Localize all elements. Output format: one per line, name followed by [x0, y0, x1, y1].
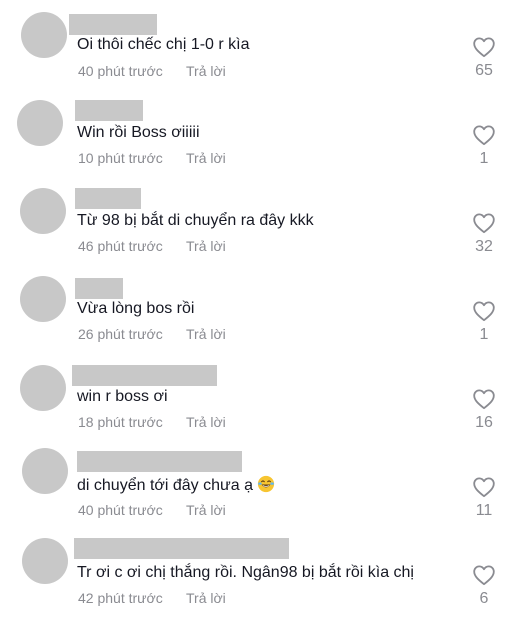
like-count: 11	[475, 502, 493, 519]
comment-meta: 40 phút trước Trả lời	[78, 62, 226, 80]
comment-text-content: di chuyển tới đây chưa ạ	[77, 477, 253, 494]
comment-time: 46 phút trước	[78, 238, 163, 254]
like-button[interactable]	[471, 564, 497, 586]
comment-text: Từ 98 bị bắt di chuyển ra đây kkk	[77, 212, 314, 229]
comment-item: Tr ơi c ơi chị thắng rồi. Ngân98 bị bắt …	[0, 528, 527, 616]
comment-time: 40 phút trước	[78, 63, 163, 79]
comment-meta: 40 phút trước Trả lời	[78, 501, 226, 519]
comment-time: 18 phút trước	[78, 414, 163, 430]
comment-text: di chuyển tới đây chưa ạ	[77, 475, 275, 496]
like-count: 65	[475, 62, 493, 79]
heart-outline-icon	[473, 389, 495, 410]
username-redacted[interactable]	[69, 14, 157, 35]
comment-meta: 10 phút trước Trả lời	[78, 149, 226, 167]
avatar[interactable]	[17, 100, 63, 146]
heart-outline-icon	[473, 37, 495, 58]
reply-button[interactable]: Trả lời	[186, 589, 226, 607]
comment-item: Win rồi Boss ơiiiii 10 phút trước Trả lời…	[0, 88, 527, 176]
like-count: 1	[479, 326, 489, 343]
username-redacted[interactable]	[75, 278, 123, 299]
avatar[interactable]	[22, 448, 68, 494]
comment-time: 26 phút trước	[78, 326, 163, 342]
reply-button[interactable]: Trả lời	[186, 62, 226, 80]
username-redacted[interactable]	[72, 365, 217, 386]
comment-text: Win rồi Boss ơiiiii	[77, 124, 200, 141]
like-count: 16	[475, 414, 493, 431]
comment-text: Tr ơi c ơi chị thắng rồi. Ngân98 bị bắt …	[77, 564, 414, 581]
reply-button[interactable]: Trả lời	[186, 237, 226, 255]
comment-meta: 42 phút trước Trả lời	[78, 589, 226, 607]
like-button[interactable]	[471, 300, 497, 322]
avatar[interactable]	[21, 12, 67, 58]
username-redacted[interactable]	[74, 538, 289, 559]
comment-text: Vừa lòng bos rồi	[77, 300, 195, 317]
reply-button[interactable]: Trả lời	[186, 149, 226, 167]
comment-text: Oi thôi chếc chị 1-0 r kìa	[77, 36, 250, 53]
reply-button[interactable]: Trả lời	[186, 501, 226, 519]
comment-list: Oi thôi chếc chị 1-0 r kìa 40 phút trước…	[0, 0, 527, 617]
comment-item: Oi thôi chếc chị 1-0 r kìa 40 phút trước…	[0, 0, 527, 88]
laughing-tears-emoji	[257, 475, 275, 493]
comment-meta: 26 phút trước Trả lời	[78, 325, 226, 343]
like-button[interactable]	[471, 212, 497, 234]
comment-time: 42 phút trước	[78, 590, 163, 606]
reply-button[interactable]: Trả lời	[186, 325, 226, 343]
heart-outline-icon	[473, 477, 495, 498]
comment-item: Vừa lòng bos rồi 26 phút trước Trả lời 1	[0, 264, 527, 352]
username-redacted[interactable]	[75, 100, 143, 121]
comment-item: win r boss ơi 18 phút trước Trả lời 16	[0, 352, 527, 440]
comment-meta: 46 phút trước Trả lời	[78, 237, 226, 255]
avatar[interactable]	[20, 188, 66, 234]
avatar[interactable]	[22, 538, 68, 584]
comment-item: Từ 98 bị bắt di chuyển ra đây kkk 46 phú…	[0, 176, 527, 264]
heart-outline-icon	[473, 213, 495, 234]
heart-outline-icon	[473, 565, 495, 586]
like-button[interactable]	[471, 36, 497, 58]
comment-meta: 18 phút trước Trả lời	[78, 413, 226, 431]
like-button[interactable]	[471, 476, 497, 498]
heart-outline-icon	[473, 125, 495, 146]
like-count: 32	[475, 238, 493, 255]
like-button[interactable]	[471, 388, 497, 410]
comment-item: di chuyển tới đây chưa ạ 40 phút trước Tr…	[0, 440, 527, 528]
like-count: 6	[479, 590, 489, 607]
comment-time: 10 phút trước	[78, 150, 163, 166]
avatar[interactable]	[20, 365, 66, 411]
like-button[interactable]	[471, 124, 497, 146]
reply-button[interactable]: Trả lời	[186, 413, 226, 431]
heart-outline-icon	[473, 301, 495, 322]
username-redacted[interactable]	[77, 451, 242, 472]
username-redacted[interactable]	[75, 188, 141, 209]
comment-time: 40 phút trước	[78, 502, 163, 518]
like-count: 1	[479, 150, 489, 167]
avatar[interactable]	[20, 276, 66, 322]
comment-text: win r boss ơi	[77, 388, 168, 405]
